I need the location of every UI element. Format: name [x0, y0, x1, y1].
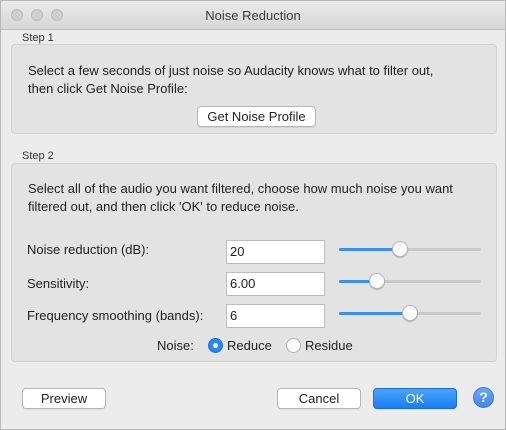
residue-radio[interactable] [286, 338, 301, 353]
frequency-smoothing-label: Frequency smoothing (bands): [27, 308, 204, 323]
reduce-radio-label[interactable]: Reduce [227, 337, 272, 355]
get-noise-profile-button[interactable]: Get Noise Profile [197, 106, 316, 127]
residue-radio-label[interactable]: Residue [305, 337, 353, 355]
noise-reduction-dialog: Noise Reduction Step 1 Select a few seco… [0, 0, 506, 430]
sensitivity-slider[interactable] [339, 272, 481, 292]
sensitivity-label: Sensitivity: [27, 276, 90, 291]
noise-mode-label: Noise: [157, 338, 194, 353]
step1-label: Step 1 [22, 32, 54, 44]
slider-knob[interactable] [369, 273, 385, 289]
slider-fill [339, 248, 400, 251]
step2-instruction-line2: filtered out, and then click 'OK' to red… [28, 199, 299, 214]
reduce-radio[interactable] [208, 338, 223, 353]
noise-reduction-input[interactable]: 20 [226, 240, 325, 264]
step1-instruction-line1: Select a few seconds of just noise so Au… [28, 63, 434, 78]
step1-instruction-line2: then click Get Noise Profile: [28, 81, 188, 96]
slider-knob[interactable] [392, 241, 408, 257]
cancel-button[interactable]: Cancel [277, 388, 361, 409]
frequency-smoothing-slider[interactable] [339, 304, 481, 324]
slider-knob[interactable] [402, 305, 418, 321]
slider-fill [339, 312, 410, 315]
step2-instruction-line1: Select all of the audio you want filtere… [28, 181, 453, 196]
step2-label: Step 2 [22, 150, 54, 162]
step1-group: Select a few seconds of just noise so Au… [11, 44, 497, 134]
sensitivity-input[interactable]: 6.00 [226, 272, 325, 296]
noise-reduction-label: Noise reduction (dB): [27, 242, 150, 257]
question-mark-icon[interactable]: ? [473, 387, 494, 408]
title-bar: Noise Reduction [1, 1, 505, 30]
preview-button[interactable]: Preview [22, 388, 106, 409]
window-title: Noise Reduction [205, 8, 301, 23]
noise-reduction-slider[interactable] [339, 240, 481, 260]
ok-button[interactable]: OK [373, 388, 457, 409]
frequency-smoothing-input[interactable]: 6 [226, 304, 325, 328]
